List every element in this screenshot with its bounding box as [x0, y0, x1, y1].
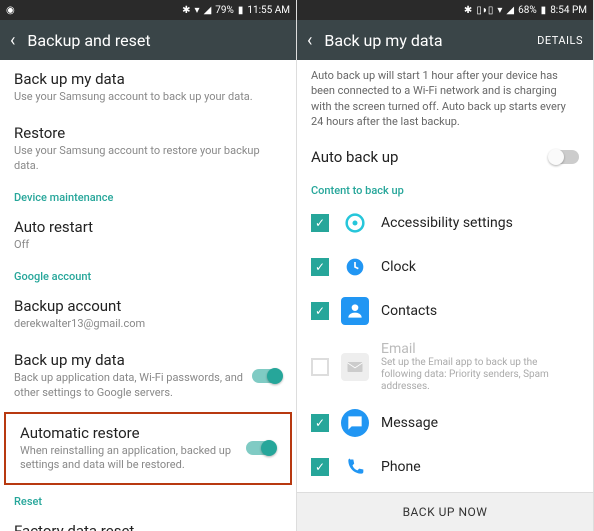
- accessibility-icon: [341, 209, 369, 237]
- section-content-backup: Content to back up: [297, 176, 593, 201]
- bluetooth-icon: ✱: [464, 5, 472, 16]
- page-title: Back up my data: [324, 31, 442, 50]
- battery-icon: ▮: [238, 5, 244, 16]
- backup-samsung-item[interactable]: Back up my data Use your Samsung account…: [0, 60, 296, 114]
- vibrate-icon: ▯◗▯: [476, 5, 493, 16]
- info-text: Auto back up will start 1 hour after you…: [297, 60, 593, 138]
- automatic-restore-toggle[interactable]: [246, 441, 276, 455]
- checkbox-icon[interactable]: ✓: [311, 214, 329, 232]
- backup-account-item[interactable]: Backup account derekwalter13@gmail.com: [0, 287, 296, 341]
- backup-content: Auto back up will start 1 hour after you…: [297, 60, 593, 492]
- checkbox-icon[interactable]: ✓: [311, 302, 329, 320]
- left-panel: ◉ ✱ ▾ ◢ 79% ▮ 11:55 AM ‹ Backup and rese…: [0, 0, 297, 531]
- highlight-box: Automatic restore When reinstalling an a…: [4, 412, 292, 485]
- settings-list: Back up my data Use your Samsung account…: [0, 60, 296, 531]
- checkbox-icon[interactable]: ✓: [311, 258, 329, 276]
- signal-icon: ◢: [506, 5, 514, 16]
- status-bar: ◉ ✱ ▾ ◢ 79% ▮ 11:55 AM: [0, 0, 296, 20]
- section-device-maintenance: Device maintenance: [0, 183, 296, 208]
- clock-icon: [341, 253, 369, 281]
- right-panel: ✱ ▯◗▯ ▾ ◢ 68% ▮ 8:54 PM ‹ Back up my dat…: [297, 0, 594, 531]
- back-icon[interactable]: ‹: [10, 30, 15, 51]
- factory-reset-item[interactable]: Factory data reset: [0, 512, 296, 531]
- phone-icon: [341, 453, 369, 481]
- contacts-item[interactable]: ✓ Contacts: [297, 289, 593, 333]
- section-reset: Reset: [0, 487, 296, 512]
- contacts-icon: [341, 297, 369, 325]
- message-icon: [341, 409, 369, 437]
- wifi-icon: ▾: [497, 5, 502, 16]
- backup-google-toggle[interactable]: [252, 369, 282, 383]
- clock-text: 11:55 AM: [247, 5, 290, 16]
- automatic-restore-item[interactable]: Automatic restore When reinstalling an a…: [6, 414, 290, 483]
- details-button[interactable]: DETAILS: [537, 34, 583, 47]
- page-title: Backup and reset: [27, 31, 150, 50]
- email-item: Email Set up the Email app to back up th…: [297, 333, 593, 401]
- battery-icon: ▮: [541, 5, 547, 16]
- signal-icon: ◢: [204, 5, 212, 16]
- wifi-icon: ▾: [195, 5, 200, 16]
- backup-now-button[interactable]: BACK UP NOW: [297, 492, 593, 531]
- clock-item[interactable]: ✓ Clock: [297, 245, 593, 289]
- location-icon: ◉: [6, 5, 15, 16]
- status-bar: ✱ ▯◗▯ ▾ ◢ 68% ▮ 8:54 PM: [297, 0, 593, 20]
- back-icon[interactable]: ‹: [307, 30, 312, 51]
- message-item[interactable]: ✓ Message: [297, 401, 593, 445]
- auto-backup-toggle[interactable]: [549, 150, 579, 164]
- phone-item[interactable]: ✓ Phone: [297, 445, 593, 489]
- checkbox-icon[interactable]: ✓: [311, 414, 329, 432]
- section-google-account: Google account: [0, 262, 296, 287]
- accessibility-item[interactable]: ✓ Accessibility settings: [297, 201, 593, 245]
- email-icon: [341, 353, 369, 381]
- auto-backup-item[interactable]: Auto back up: [297, 138, 593, 176]
- bluetooth-icon: ✱: [182, 5, 190, 16]
- backup-google-item[interactable]: Back up my data Back up application data…: [0, 341, 296, 410]
- auto-restart-item[interactable]: Auto restart Off: [0, 208, 296, 262]
- battery-percent: 68%: [518, 5, 537, 16]
- checkbox-icon[interactable]: ✓: [311, 458, 329, 476]
- restore-item[interactable]: Restore Use your Samsung account to rest…: [0, 114, 296, 183]
- clock-text: 8:54 PM: [550, 5, 587, 16]
- checkbox-icon: [311, 358, 329, 376]
- app-bar: ‹ Backup and reset: [0, 20, 296, 60]
- app-bar: ‹ Back up my data DETAILS: [297, 20, 593, 60]
- battery-percent: 79%: [215, 5, 234, 16]
